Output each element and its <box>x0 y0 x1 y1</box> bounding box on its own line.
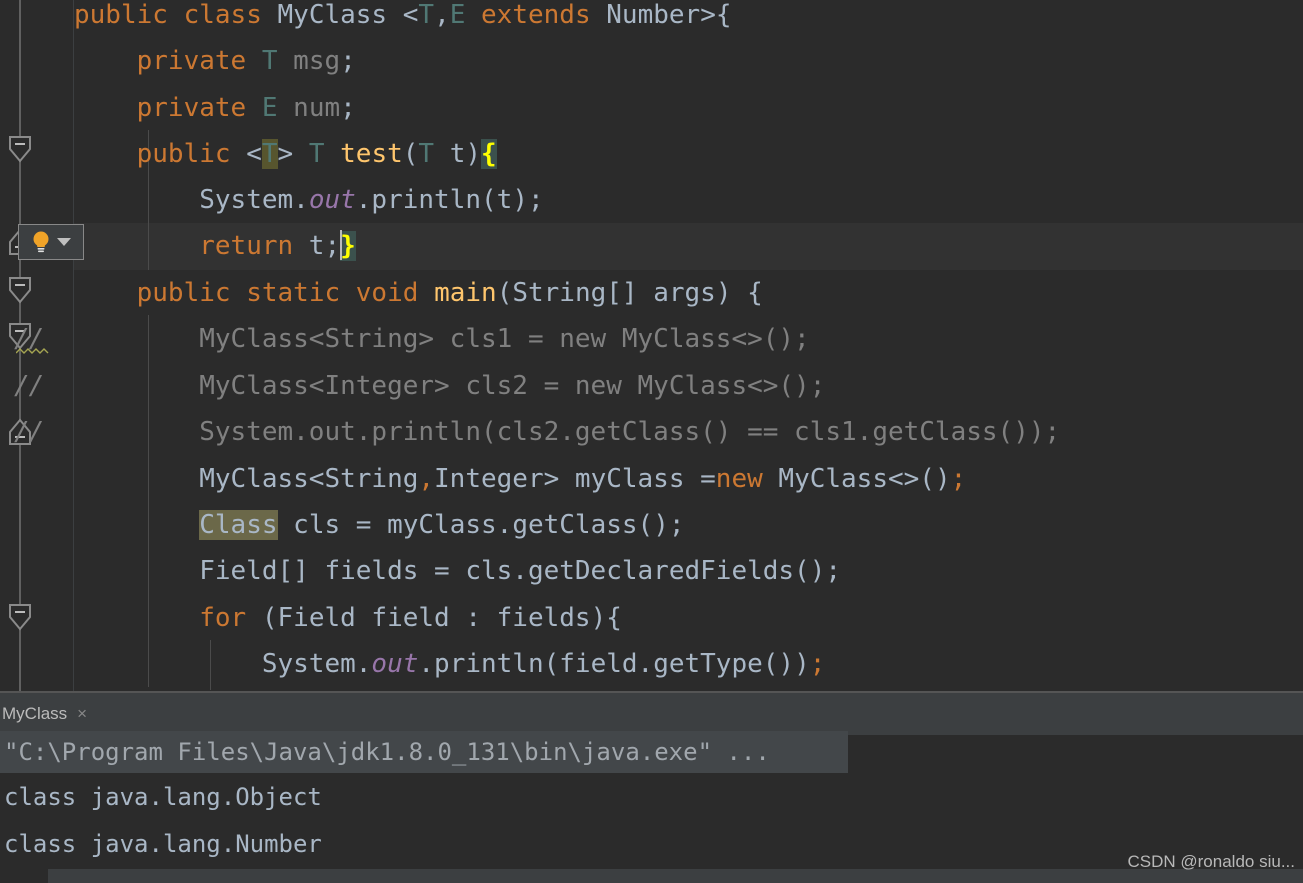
run-console-panel: MyClass × "C:\Program Files\Java\jdk1.8.… <box>0 691 1303 883</box>
text-caret <box>340 230 343 260</box>
code-line[interactable]: Field[] fields = cls.getDeclaredFields()… <box>74 548 1303 595</box>
token-comment: MyClass<String> cls1 = new MyClass<>(); <box>74 324 810 354</box>
console-output-line: class java.lang.Object <box>4 783 322 811</box>
code-line-commented[interactable]: MyClass<String> cls1 = new MyClass<>(); <box>74 316 1303 363</box>
code-content[interactable]: public class MyClass <T,E extends Number… <box>74 0 1303 691</box>
token-type-param: E <box>449 0 466 30</box>
matching-brace-open: { <box>481 139 497 169</box>
token-type-param: T <box>418 139 435 169</box>
fold-marker-collapse[interactable] <box>8 603 32 631</box>
token-method-name: main <box>434 278 497 308</box>
gutter-comment-marker: // <box>14 371 44 401</box>
console-command-line[interactable]: "C:\Program Files\Java\jdk1.8.0_131\bin\… <box>0 731 848 773</box>
inspection-squiggle <box>16 348 49 354</box>
token-keyword: new <box>715 464 763 494</box>
close-icon[interactable]: × <box>77 704 87 724</box>
code-line[interactable]: private E num; <box>74 85 1303 132</box>
token-keyword: public <box>136 278 231 308</box>
status-bar <box>0 869 1303 883</box>
code-editor[interactable]: // // // public class MyClass <T,E exten… <box>0 0 1303 691</box>
chevron-down-icon[interactable] <box>57 238 71 246</box>
intention-action-popup[interactable] <box>18 224 84 260</box>
code-line-commented[interactable]: System.out.println(cls2.getClass() == cl… <box>74 409 1303 456</box>
ide-window: // // // public class MyClass <T,E exten… <box>0 0 1303 883</box>
token-type-param: T <box>308 139 325 169</box>
watermark: CSDN @ronaldo siu... <box>1127 852 1296 871</box>
code-line[interactable]: System.out.println(t); <box>74 177 1303 224</box>
token-field: msg <box>293 46 341 76</box>
token-static-field: out <box>308 185 356 215</box>
editor-gutter[interactable]: // // // <box>0 0 74 691</box>
token-keyword: private <box>136 46 247 76</box>
token-type-param: T <box>418 0 435 30</box>
token-method-name: test <box>340 139 403 169</box>
code-line[interactable]: public static void main(String[] args) { <box>74 270 1303 317</box>
token-static-field: out <box>371 649 419 679</box>
token-keyword: return <box>199 231 294 261</box>
console-output[interactable]: "C:\Program Files\Java\jdk1.8.0_131\bin\… <box>0 731 1303 865</box>
token-type-param: E <box>261 93 278 123</box>
fold-marker-collapse[interactable] <box>8 276 32 304</box>
token-keyword: void <box>355 278 419 308</box>
token-semicolon: ; <box>809 649 826 679</box>
lightbulb-icon[interactable] <box>31 230 51 254</box>
token-keyword: class <box>183 0 262 30</box>
token-keyword: extends <box>481 0 591 30</box>
token-keyword: for <box>199 603 247 633</box>
code-line[interactable]: System.out.println(field.getType()); <box>74 641 1303 688</box>
token-keyword: public <box>74 0 168 30</box>
token-comment: MyClass<Integer> cls2 = new MyClass<>(); <box>74 371 826 401</box>
code-line[interactable]: MyClass<String,Integer> myClass =new MyC… <box>74 456 1303 503</box>
token-semicolon: ; <box>950 464 967 494</box>
token-keyword: private <box>136 93 247 123</box>
fold-marker-collapse[interactable] <box>8 135 32 163</box>
token-comma: , <box>418 464 435 494</box>
token-keyword: static <box>246 278 341 308</box>
code-line[interactable]: public class MyClass <T,E extends Number… <box>74 0 1303 39</box>
code-line-commented[interactable]: MyClass<Integer> cls2 = new MyClass<>(); <box>74 363 1303 410</box>
token-keyword: public <box>136 139 231 169</box>
console-tab-myclass[interactable]: MyClass × <box>0 693 99 735</box>
console-output-line: class java.lang.Number <box>4 830 322 858</box>
token-class-name: MyClass <box>277 0 388 30</box>
token-field: num <box>293 93 341 123</box>
identifier-occurrence-highlight: Class <box>199 510 278 540</box>
token-comment: System.out.println(cls2.getClass() == cl… <box>74 417 1061 447</box>
code-line[interactable]: for (Field field : fields){ <box>74 595 1303 642</box>
gutter-comment-marker: // <box>14 417 44 447</box>
code-line[interactable]: Class cls = myClass.getClass(); <box>74 502 1303 549</box>
token-type-param: T <box>261 46 278 76</box>
code-line[interactable]: public <T> T test(T t){ <box>74 131 1303 178</box>
code-line[interactable]: private T msg; <box>74 38 1303 85</box>
code-line-current[interactable]: return t;} <box>74 223 1303 270</box>
matching-brace-close: } <box>340 231 356 261</box>
console-tab-label: MyClass <box>2 704 68 723</box>
console-tabbar[interactable]: MyClass × <box>0 693 1303 736</box>
status-bar-left-segment <box>0 869 48 883</box>
token-type-param-highlighted: T <box>261 139 278 169</box>
